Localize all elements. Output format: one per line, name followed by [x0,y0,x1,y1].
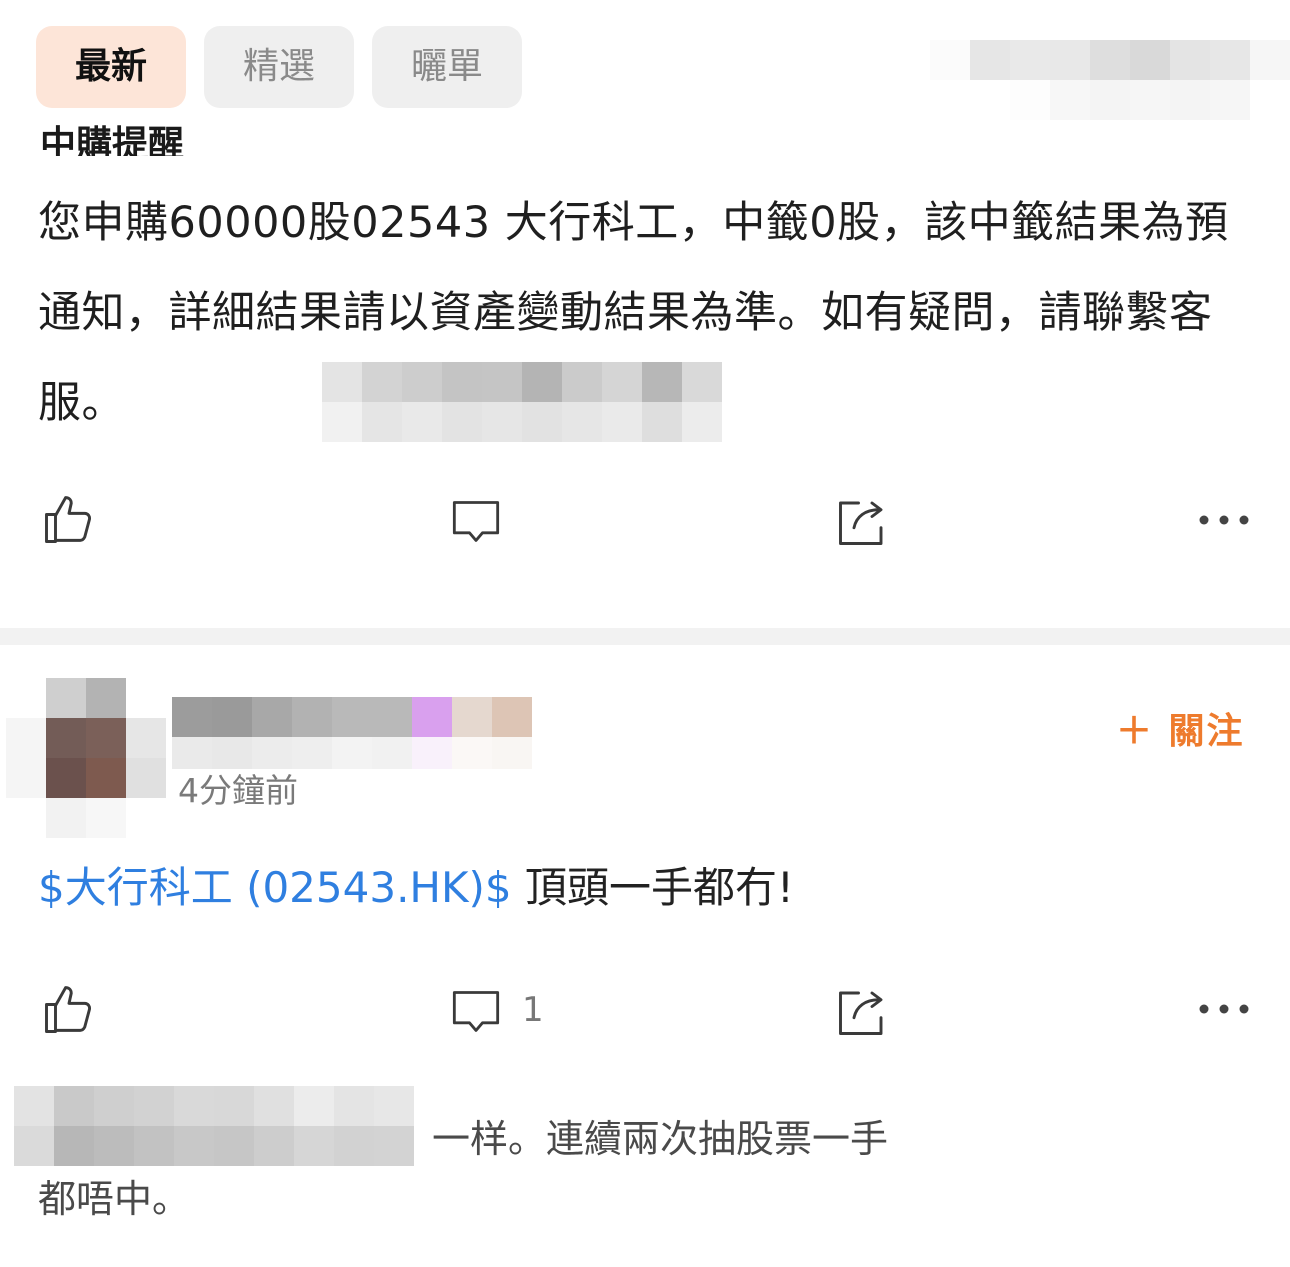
post2-text: 頂頭一手都冇! [511,863,794,912]
post2-body: $大行科工 (02543.HK)$ 頂頭一手都冇! [38,858,794,918]
like-icon[interactable] [42,982,96,1036]
more-icon[interactable] [1198,1003,1250,1015]
avatar[interactable] [6,678,166,838]
redacted-username-top [930,40,1290,120]
redacted-link [322,362,722,442]
follow-button[interactable]: ＋ 關注 [1116,702,1245,754]
more-icon[interactable] [1198,514,1250,526]
comment-count: 1 [522,990,544,1030]
stock-link[interactable]: $大行科工 (02543.HK)$ [38,863,512,912]
reply-text-line1: 一样。連續兩次抽股票一手 [432,1117,889,1161]
like-icon[interactable] [42,492,96,546]
post-divider [0,628,1290,645]
redacted-username [172,697,532,769]
post-time: 4分鐘前 [178,771,298,810]
share-icon[interactable] [836,984,890,1038]
tab-show-order[interactable]: 曬單 [372,26,522,108]
tab-featured[interactable]: 精選 [204,26,354,108]
redacted-reply-user [14,1086,414,1166]
comment-icon[interactable] [450,986,502,1038]
post-title: 中購提醒 [40,124,185,156]
comment-icon[interactable] [450,496,502,548]
reply-text-line2: 都唔中。 [38,1177,191,1221]
share-icon[interactable] [836,494,890,548]
tab-latest[interactable]: 最新 [36,26,186,108]
